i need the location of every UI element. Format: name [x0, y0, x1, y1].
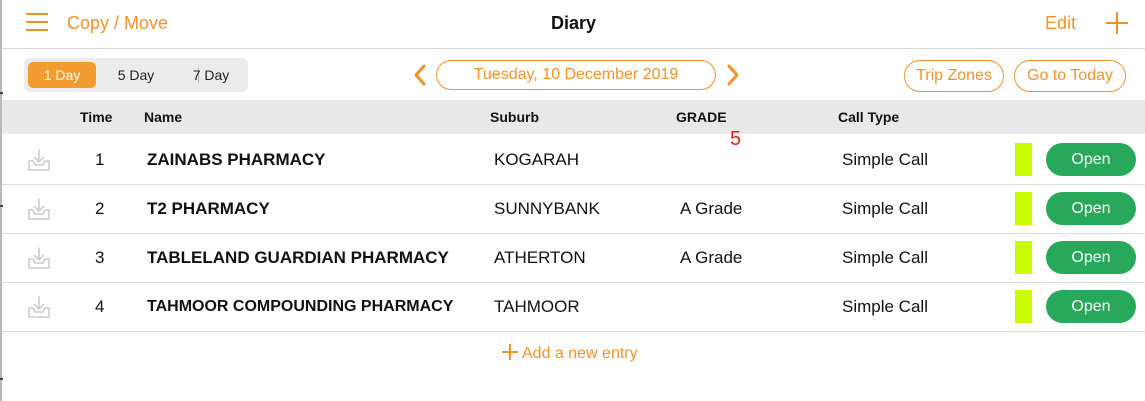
plus-icon	[502, 344, 518, 360]
download-tray-icon[interactable]	[26, 196, 52, 222]
edit-button[interactable]: Edit	[1045, 13, 1076, 34]
table-header: Time Name Suburb GRADE Call Type	[2, 100, 1145, 134]
column-header-time: Time	[80, 109, 113, 125]
row-call-type: Simple Call	[842, 248, 928, 267]
table-row: 3 TABLELAND GUARDIAN PHARMACY ATHERTON A…	[2, 233, 1145, 283]
open-button[interactable]: Open	[1046, 192, 1136, 225]
row-grade: A Grade	[680, 248, 743, 267]
row-call-type: Simple Call	[842, 199, 928, 218]
copy-move-button[interactable]: Copy / Move	[67, 13, 168, 34]
row-suburb: ATHERTON	[494, 248, 586, 267]
status-indicator	[1015, 192, 1032, 225]
menu-icon[interactable]	[26, 13, 48, 31]
trip-zones-button[interactable]: Trip Zones	[904, 60, 1004, 92]
row-call-type: Simple Call	[842, 297, 928, 316]
row-call-type: Simple Call	[842, 150, 928, 169]
status-indicator	[1015, 290, 1032, 323]
date-selector[interactable]: Tuesday, 10 December 2019	[436, 60, 716, 90]
row-name: TABLELAND GUARDIAN PHARMACY	[147, 248, 449, 267]
row-time: 1	[95, 150, 105, 169]
edge-mark	[0, 378, 3, 380]
column-header-name: Name	[144, 109, 183, 125]
row-time: 3	[95, 248, 105, 267]
row-time: 2	[95, 199, 105, 218]
day-range-segmented-control: 1 Day 5 Day 7 Day	[24, 58, 248, 92]
edge-mark	[0, 92, 3, 94]
column-header-suburb: Suburb	[490, 109, 539, 125]
status-indicator	[1015, 241, 1032, 274]
status-indicator	[1015, 143, 1032, 176]
row-name: T2 PHARMACY	[147, 199, 270, 218]
row-name: ZAINABS PHARMACY	[147, 150, 326, 169]
row-suburb: KOGARAH	[494, 150, 580, 169]
page-title: Diary	[550, 13, 597, 33]
chevron-right-icon[interactable]	[724, 63, 742, 87]
table-row: 4 TAHMOOR COMPOUNDING PHARMACY TAHMOOR S…	[2, 282, 1145, 332]
open-button[interactable]: Open	[1046, 290, 1136, 323]
download-tray-icon[interactable]	[26, 147, 52, 173]
column-header-grade: GRADE	[676, 109, 727, 125]
chevron-left-icon[interactable]	[411, 63, 429, 87]
table-row: 2 T2 PHARMACY SUNNYBANK A Grade Simple C…	[2, 184, 1145, 234]
row-grade: A Grade	[680, 199, 743, 218]
table-row: 1 ZAINABS PHARMACY KOGARAH Simple Call O…	[2, 135, 1145, 185]
segment-5-day[interactable]: 5 Day	[108, 62, 164, 88]
download-tray-icon[interactable]	[26, 294, 52, 320]
row-time: 4	[95, 297, 105, 316]
add-new-entry-button[interactable]: Add a new entry	[502, 344, 638, 363]
row-name: TAHMOOR COMPOUNDING PHARMACY	[147, 298, 454, 315]
nav-bar: Copy / Move Diary Edit	[2, 0, 1145, 49]
column-header-call-type: Call Type	[838, 109, 900, 125]
add-new-entry-label: Add a new entry	[522, 345, 638, 362]
go-to-today-button[interactable]: Go to Today	[1014, 60, 1126, 92]
open-button[interactable]: Open	[1046, 241, 1136, 274]
segment-1-day[interactable]: 1 Day	[28, 62, 96, 88]
segment-7-day[interactable]: 7 Day	[182, 62, 240, 88]
row-suburb: TAHMOOR	[494, 297, 580, 316]
download-tray-icon[interactable]	[26, 245, 52, 271]
row-suburb: SUNNYBANK	[494, 199, 600, 218]
open-button[interactable]: Open	[1046, 143, 1136, 176]
plus-icon[interactable]	[1106, 12, 1128, 34]
